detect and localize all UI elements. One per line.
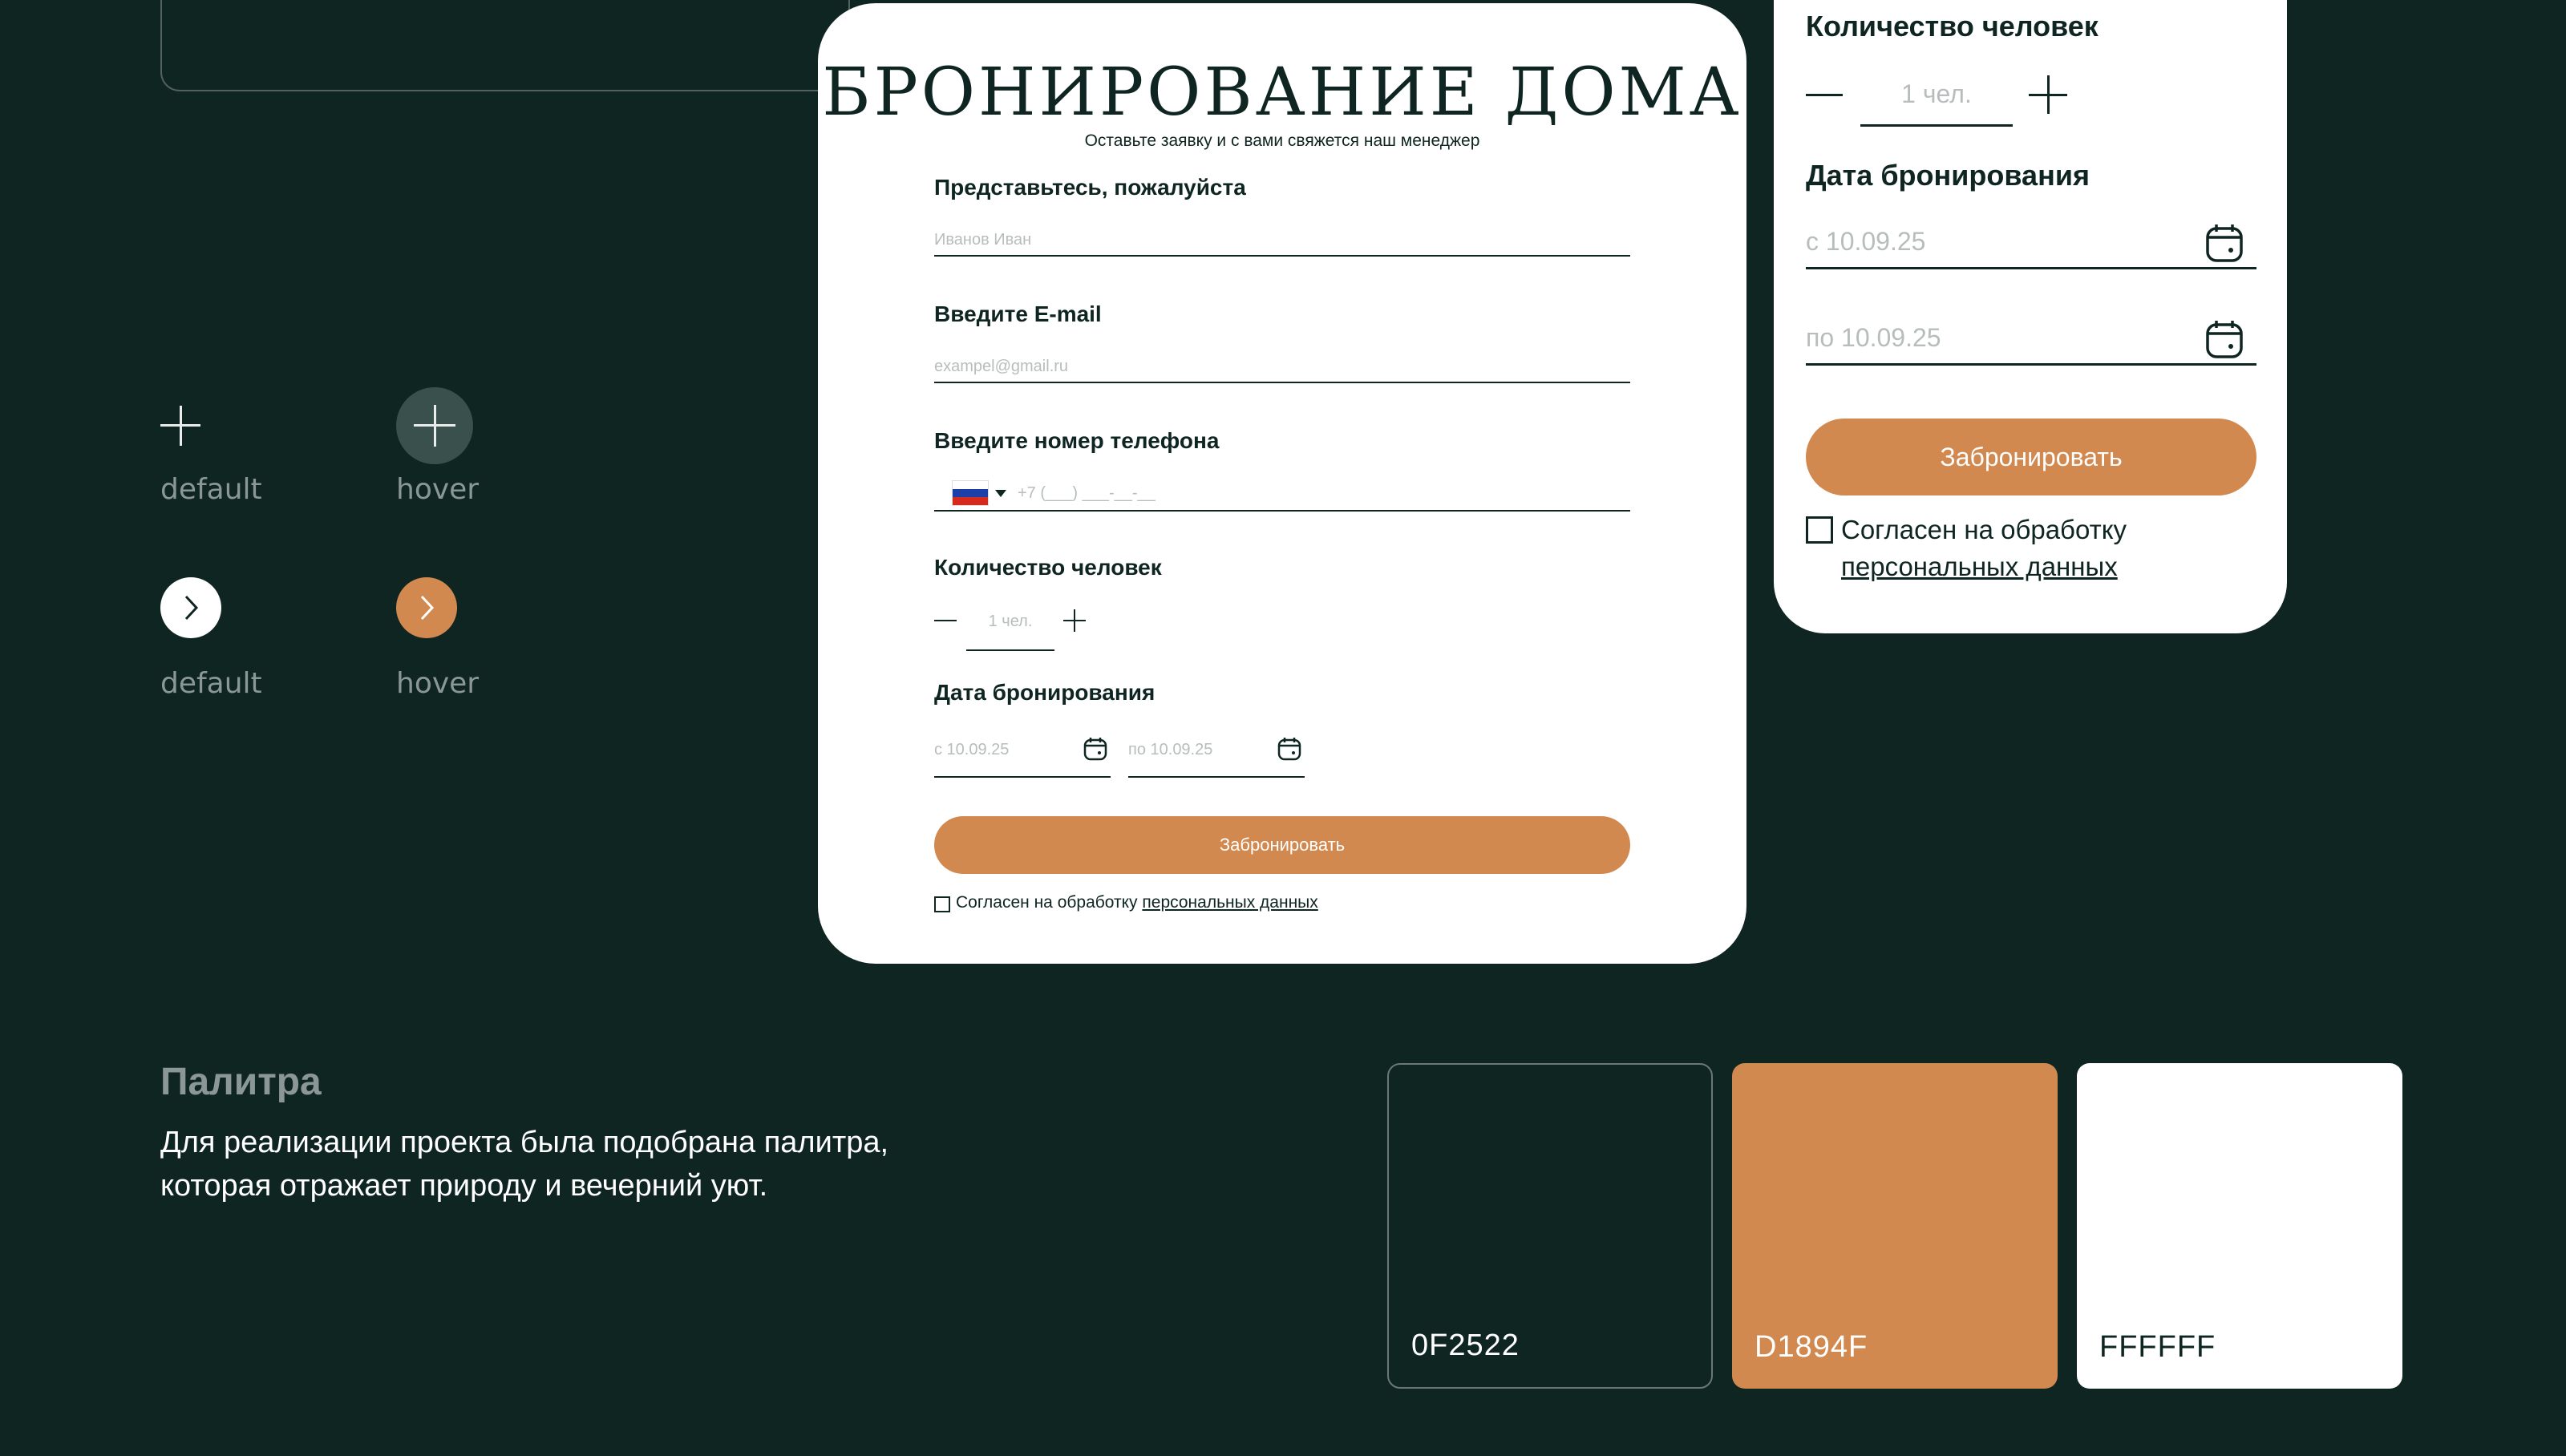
state-label-hover: hover [396, 667, 480, 700]
minus-icon [934, 620, 957, 621]
panel-date-from-input[interactable]: с 10.09.25 [1806, 213, 2256, 269]
guests-label: Количество человек [934, 555, 1162, 580]
panel-dates-label: Дата бронирования [1806, 159, 2090, 192]
state-label-default: default [160, 667, 262, 700]
palette-description: Для реализации проекта была подобрана па… [160, 1126, 889, 1203]
date-from-input[interactable]: с 10.09.25 [934, 722, 1111, 778]
date-from-value: с 10.09.25 [934, 741, 1010, 758]
modal-title: БРОНИРОВАНИЕ ДОМА [822, 55, 1742, 131]
panel-consent-link[interactable]: персональных данных [1841, 552, 2118, 581]
consent-text: Согласен на обработку персональных данны… [956, 893, 1318, 912]
name-label: Представьтесь, пожалуйста [934, 175, 1246, 200]
panel-date-from-value: с 10.09.25 [1806, 227, 1926, 256]
book-button[interactable]: Забронировать [934, 816, 1630, 874]
calendar-icon[interactable] [2205, 224, 2244, 263]
date-to-input[interactable]: по 10.09.25 [1128, 722, 1305, 778]
arrow-button-default[interactable] [160, 577, 221, 638]
consent-prefix: Согласен на обработку [956, 893, 1138, 912]
modal-subtitle: Оставьте заявку и с вами свяжется наш ме… [1084, 131, 1480, 150]
plus-icon-v [180, 406, 182, 446]
panel-guests-count[interactable]: 1 чел. [1860, 61, 2013, 127]
phone-label: Введите номер телефона [934, 428, 1220, 453]
top-frame [160, 0, 850, 91]
email-label: Введите E-mail [934, 301, 1102, 326]
panel-consent-text: Согласен на обработку персональных данных [1841, 512, 2127, 585]
swatch-code: FFFFFF [2099, 1330, 2216, 1364]
state-label-default: default [160, 473, 262, 506]
consent-link[interactable]: персональных данных [1142, 893, 1317, 912]
chevron-right-icon [420, 595, 435, 621]
date-to-value: по 10.09.25 [1128, 741, 1213, 758]
state-label-hover: hover [396, 473, 480, 506]
email-placeholder: exampel@gmail.ru [934, 357, 1069, 375]
phone-placeholder: +7 (___) ___-__-__ [1018, 483, 1156, 502]
phone-input[interactable]: +7 (___) ___-__-__ [934, 476, 1630, 512]
chevron-right-icon [184, 595, 199, 621]
plus-icon-v [434, 405, 436, 447]
guests-count[interactable]: 1 чел. [966, 592, 1054, 651]
plus-icon-hover[interactable] [396, 387, 473, 464]
name-placeholder: Иванов Иван [934, 230, 1032, 249]
name-input[interactable]: Иванов Иван [934, 224, 1630, 257]
swatch-code: D1894F [1755, 1330, 1868, 1364]
calendar-icon[interactable] [1277, 738, 1301, 762]
swatch-dark: 0F2522 [1387, 1063, 1713, 1389]
panel-consent-prefix: Согласен на обработку [1841, 515, 2127, 544]
calendar-icon[interactable] [2205, 321, 2244, 359]
palette-title: Палитра [160, 1061, 322, 1103]
panel-book-button[interactable]: Забронировать [1806, 419, 2256, 495]
dates-label: Дата бронирования [934, 680, 1156, 705]
russia-flag-icon[interactable] [952, 480, 989, 506]
swatch-white: FFFFFF [2077, 1063, 2402, 1389]
swatch-orange: D1894F [1732, 1063, 2058, 1389]
swatch-code: 0F2522 [1411, 1329, 1520, 1362]
arrow-button-hover[interactable] [396, 577, 457, 638]
consent-checkbox[interactable] [934, 896, 950, 912]
calendar-icon[interactable] [1083, 738, 1107, 762]
booking-panel-zoomed: Количество человек 1 чел. Дата бронирова… [1774, 0, 2287, 633]
caret-down-icon[interactable] [995, 489, 1006, 497]
panel-date-to-value: по 10.09.25 [1806, 323, 1941, 352]
panel-guests-label: Количество человек [1806, 10, 2099, 42]
email-input[interactable]: exampel@gmail.ru [934, 351, 1630, 383]
panel-date-to-input[interactable]: по 10.09.25 [1806, 309, 2256, 366]
plus-icon-v [1074, 609, 1075, 632]
plus-icon-v [2047, 75, 2050, 114]
panel-consent-checkbox[interactable] [1806, 516, 1833, 544]
minus-icon [1806, 94, 1843, 96]
